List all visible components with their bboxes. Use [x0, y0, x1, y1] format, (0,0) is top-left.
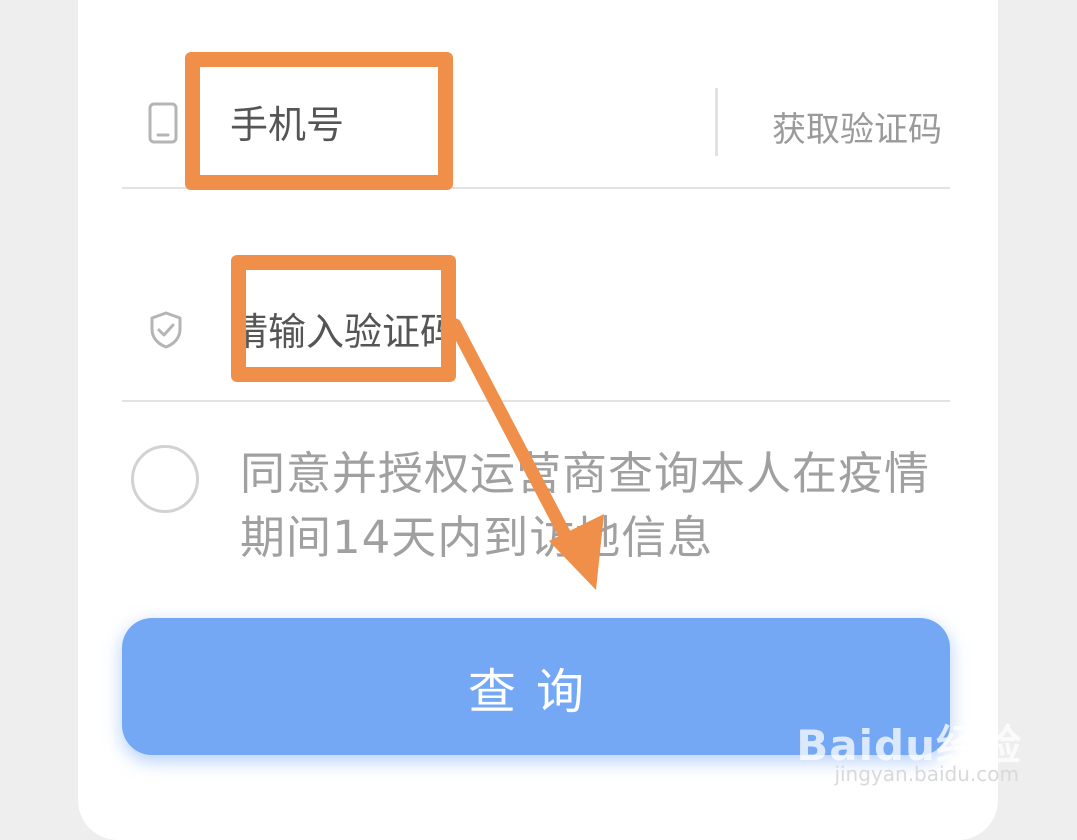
- agreement-text: 同意并授权运营商查询本人在疫情期间14天内到访地信息: [240, 447, 931, 564]
- divider: [715, 88, 718, 156]
- highlight-box-code: [231, 255, 456, 382]
- watermark-url: jingyan.baidu.com: [834, 762, 1019, 786]
- highlight-box-phone: [185, 52, 453, 190]
- shield-check-icon: [150, 311, 182, 349]
- agreement-radio[interactable]: [131, 445, 199, 513]
- get-code-button[interactable]: 获取验证码: [772, 102, 942, 151]
- phone-icon: [148, 102, 178, 144]
